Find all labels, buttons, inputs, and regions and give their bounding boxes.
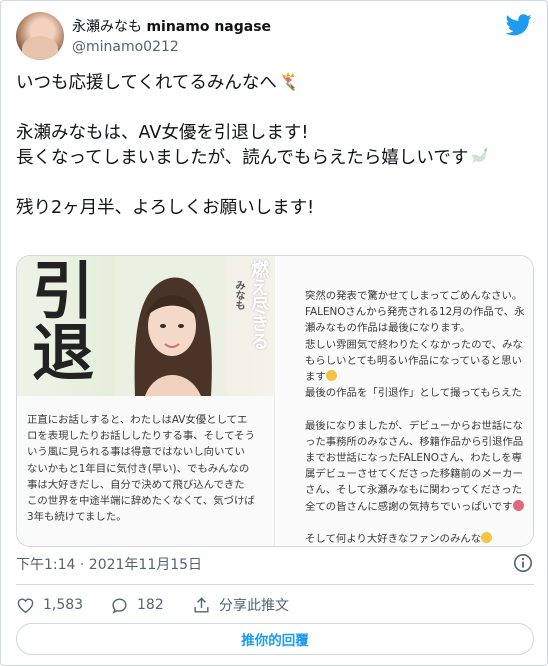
letter-line: 事は大好きだし、自分で決めて飛び込んできた: [27, 478, 245, 491]
dove-icon: [472, 148, 488, 163]
display-name[interactable]: 永瀬みなも: [72, 19, 142, 35]
letter-fragment: 全ての皆さんに感謝の気持ちでいっぱいです: [305, 500, 513, 513]
reply-count-button[interactable]: 182: [110, 594, 164, 616]
letter-line: 属デビューさせてくださった移籍前のメーカー: [305, 468, 523, 481]
letter-line: 突然の発表で驚かせてしまってごめんなさい。: [305, 290, 523, 302]
letter-line: さん、そして永瀬みなもに関わってくださった: [305, 484, 523, 497]
tweet-text: いつも応援してくれてるみんなへ 永瀬みなもは、AV女優を引退します! 長くなって…: [16, 71, 536, 221]
letter-text-left: 正直にお話しすると、わたしはAV女優としてエ ロを表現したりお話ししたりする事、…: [27, 412, 265, 525]
tweet-card: 永瀬みなも minamo nagase @minamo0212 いつも応援してく…: [0, 0, 548, 666]
poster-title: 引退: [21, 258, 94, 382]
heart-icon: [17, 597, 34, 613]
comment-icon: [112, 597, 127, 614]
twitter-bird-icon[interactable]: [506, 14, 532, 36]
letter-line: ます: [305, 369, 531, 385]
smiling-face-icon: [481, 532, 493, 544]
share-icon: [194, 596, 209, 613]
poster-side-main: 燃え尽きる: [248, 260, 269, 350]
letter-line: った事務所のみなさん、移籍作品から引退作品: [305, 435, 524, 448]
share-button[interactable]: 分享此推文: [192, 594, 289, 616]
letter-line: 瀬みなもの作品は最後になります。: [305, 322, 471, 335]
relieved-face-icon: [325, 370, 337, 382]
letter-line: ロを表現したりお話ししたりする事、そしてそう: [27, 430, 255, 443]
letter-line: 最後になりましたが、デビューからお世話にな: [305, 419, 523, 432]
letter-fragment: ます: [305, 371, 326, 384]
reply-count: 182: [137, 597, 164, 613]
poster-side: 燃え尽きる みなも: [231, 260, 271, 392]
letter-line: 悲しい雰囲気で終わりたくなかったので、みな: [305, 338, 523, 351]
tweet-line: いつも応援してくれてるみんなへ: [16, 71, 536, 96]
retirement-poster: 引退 燃え尽きる みなも: [17, 256, 275, 396]
tweet-line: 長くなってしまいましたが、読んでもらえたら嬉しいです: [16, 146, 536, 171]
bouquet-icon: [281, 72, 295, 91]
info-icon[interactable]: [513, 553, 533, 573]
letter-line: 3年も続けてました。: [27, 511, 127, 524]
tweet-timestamp[interactable]: 下午1:14 · 2021年11月15日: [16, 554, 202, 574]
share-label: 分享此推文: [219, 598, 289, 614]
letter-line: [305, 515, 531, 531]
tweet-line: 残り2ヶ月半、よろしくお願いします!: [16, 198, 315, 218]
letter-line: までお世話になったFALENOさん、わたしを専: [305, 452, 523, 465]
bouquet-icon: [512, 499, 524, 511]
letter-line: いう風に見られる事は得意ではないし向いてい: [27, 446, 245, 459]
reply-button[interactable]: 推你的回覆: [16, 623, 534, 655]
letter-text-right: 突然の発表で驚かせてしまってごめんなさい。 FALENOさんから発売される12月…: [305, 288, 531, 546]
letter-line: 最後の作品を「引退作」として撮ってもらえた: [305, 387, 522, 400]
letter-line: 正直にお話しすると、わたしはAV女優としてエ: [27, 414, 248, 426]
like-button[interactable]: 1,583: [16, 594, 83, 616]
like-count: 1,583: [43, 597, 84, 613]
letter-line: ないかもと1年目に気付き(早い)、でもみんなの: [27, 462, 250, 475]
media-photo-1[interactable]: 引退 燃え尽きる みなも 正直にお話しすると、わたしはAV女優としてエ ロを表現…: [17, 256, 275, 546]
poster-side-sub: みなも: [233, 280, 244, 310]
tweet-actions: 1,583 182 分享此推文: [16, 594, 534, 616]
letter-line: FALENOさんから発売される12月の作品で、永: [305, 306, 525, 319]
tweet-media[interactable]: 引退 燃え尽きる みなも 正直にお話しすると、わたしはAV女優としてエ ロを表現…: [16, 255, 534, 547]
tweet-line: 永瀬みなもは、AV女優を引退します!: [16, 123, 309, 143]
divider: [16, 584, 534, 585]
letter-line: そして何より大好きなファンのみんな: [305, 531, 531, 546]
letter-line: [305, 401, 531, 417]
media-photo-2[interactable]: 突然の発表で驚かせてしまってごめんなさい。 FALENOさんから発売される12月…: [277, 256, 533, 546]
avatar[interactable]: [16, 12, 64, 60]
letter-line: 全ての皆さんに感謝の気持ちでいっぱいです: [305, 499, 531, 515]
author-name-row[interactable]: 永瀬みなも minamo nagase: [72, 18, 271, 36]
letter-line: この世界を中途半端に辞めたくなくて、気づけば: [27, 495, 255, 508]
letter-fragment: そして何より大好きなファンのみんな: [305, 533, 482, 546]
tweet-header: 永瀬みなも minamo nagase @minamo0212: [16, 12, 534, 62]
letter-line: もらしいとても明るい作品になっていると思い: [305, 354, 522, 367]
author-handle[interactable]: @minamo0212: [72, 39, 179, 55]
portrait-image: [115, 256, 225, 396]
display-name-latin[interactable]: minamo nagase: [146, 19, 271, 35]
